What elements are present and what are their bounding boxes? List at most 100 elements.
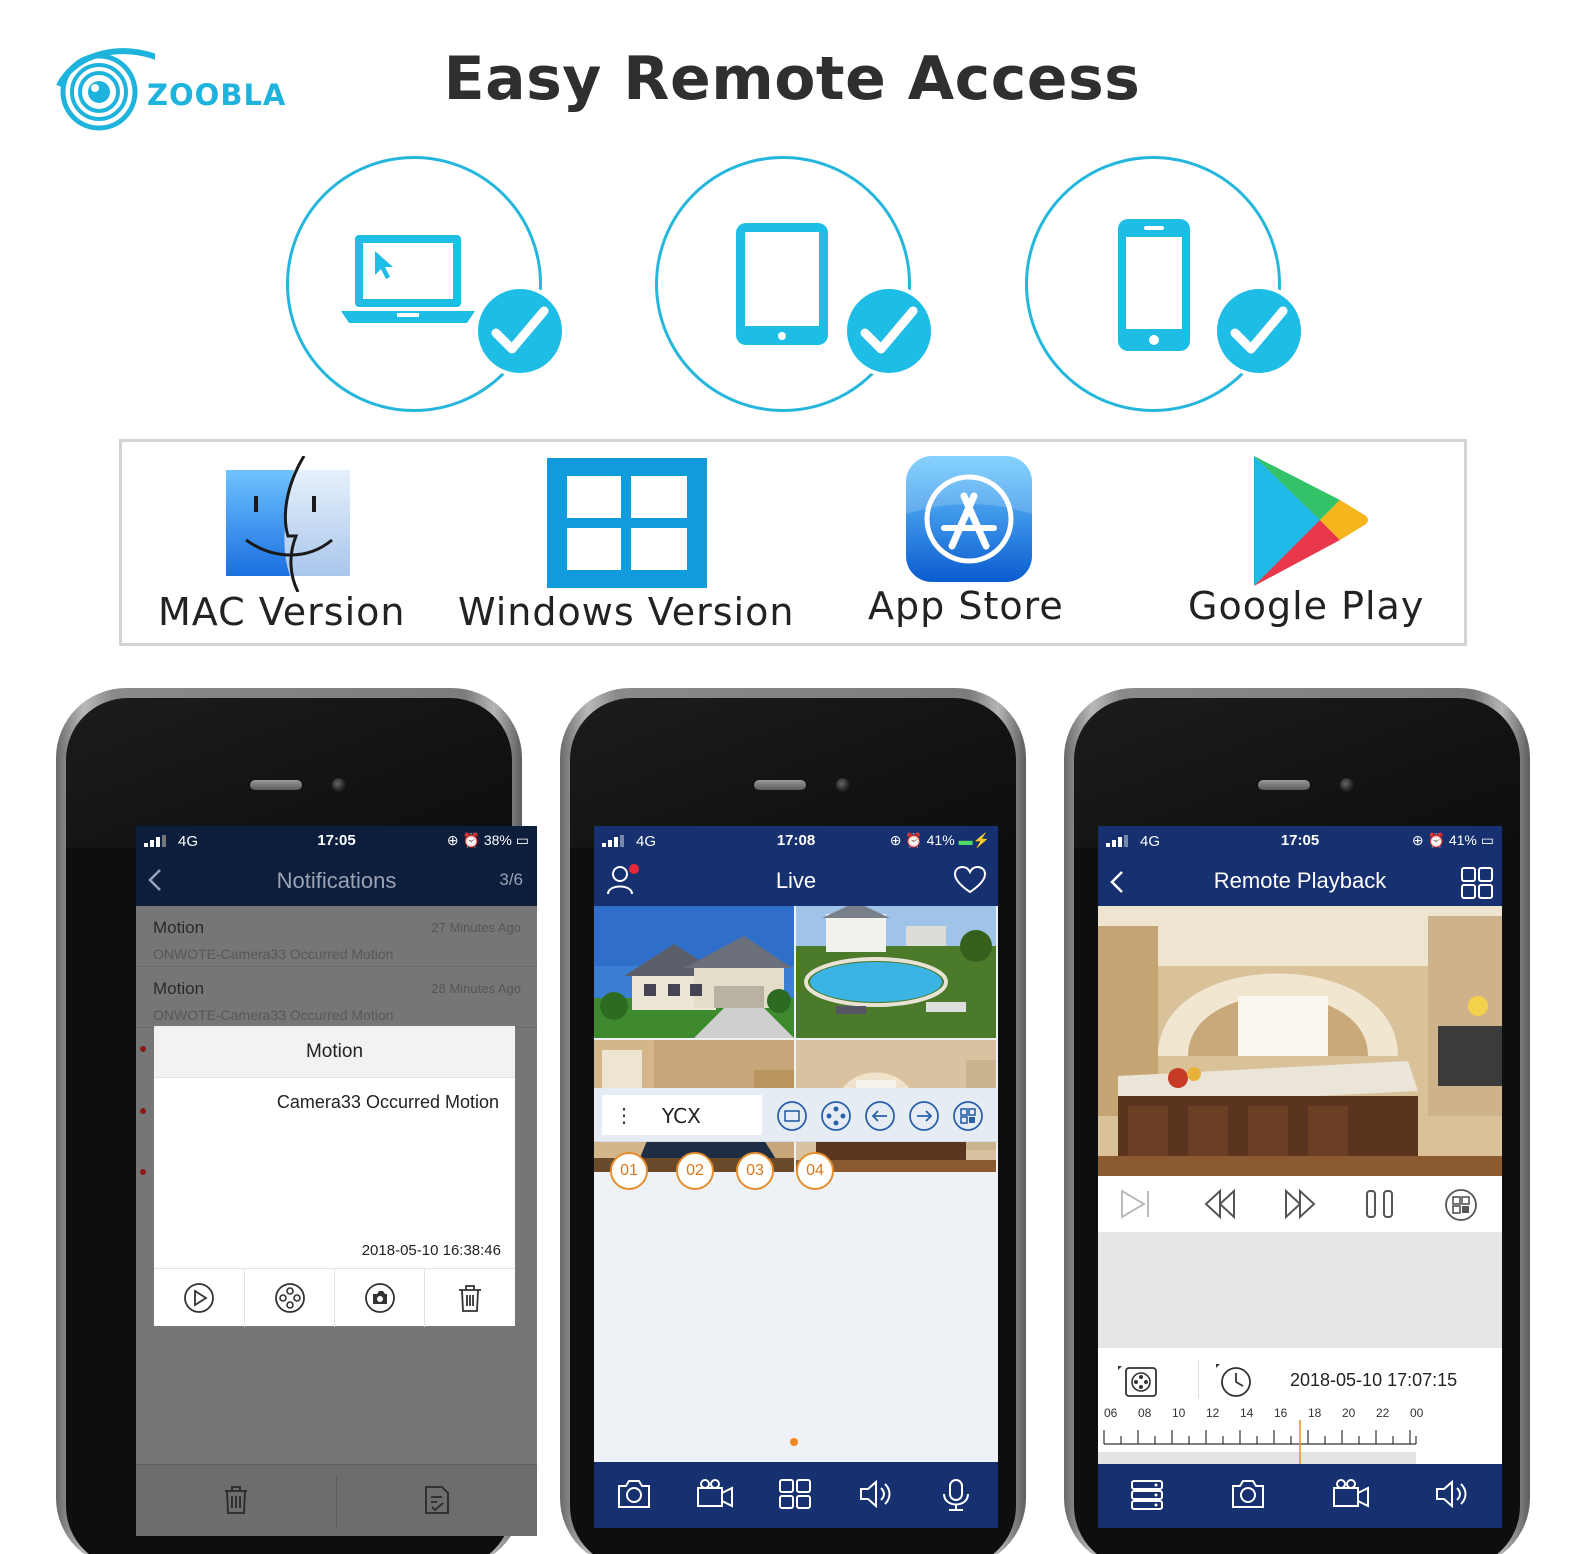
timeline-hour-label: 18 [1308, 1406, 1322, 1420]
camera-tile-2[interactable] [796, 906, 996, 1038]
platform-app-store[interactable] [904, 454, 1034, 584]
page-title: Remote Playback [1213, 868, 1387, 893]
platform-google-play[interactable] [1250, 454, 1370, 588]
list-item[interactable]: Motion 27 Minutes Ago ONWOTE-Camera33 Oc… [136, 906, 537, 967]
device-selector[interactable]: ⋮ YCX [602, 1095, 762, 1135]
phone-live: 4G 17:08 ⊕ ⏰ 41% ▬⚡ Live ⋮ YCX 01 02 03 … [560, 688, 1026, 1554]
play-button[interactable] [154, 1269, 244, 1327]
delete-all-button[interactable] [136, 1465, 336, 1536]
fast-forward-icon[interactable] [1282, 1188, 1318, 1220]
snapshot-camera-icon[interactable] [1230, 1478, 1266, 1510]
multi-view-grid-icon[interactable] [778, 1478, 812, 1510]
playback-screen: 4G 17:05 ⊕ ⏰ 41% ▭ Remote Playback 2018-… [1098, 826, 1502, 1528]
timeline-ruler [1098, 1420, 1417, 1470]
device-laptop [286, 156, 566, 412]
notification-type: Motion [153, 918, 205, 937]
timeline-hour-label: 08 [1138, 1406, 1152, 1420]
list-item[interactable]: Motion 28 Minutes Ago ONWOTE-Camera33 Oc… [136, 967, 537, 1028]
notifications-footer [136, 1464, 537, 1536]
record-video-icon[interactable] [1332, 1478, 1370, 1510]
channel-button[interactable]: 04 [796, 1152, 834, 1190]
unread-dot [140, 1046, 146, 1052]
battery-status: ⊕ ⏰ 41% ▭ [1411, 832, 1494, 848]
earpiece-speaker [1258, 780, 1310, 790]
checkmark-icon [1230, 306, 1288, 354]
rewind-icon[interactable] [1202, 1188, 1238, 1220]
kitchen-video-image [1098, 906, 1502, 1176]
film-reel-icon [275, 1283, 305, 1313]
nav-bar: Live [594, 856, 998, 906]
channel-button[interactable]: 01 [610, 1152, 648, 1190]
playback-button[interactable] [244, 1269, 334, 1327]
timeline-hour-label: 14 [1240, 1406, 1254, 1420]
laptop-icon [341, 235, 475, 323]
phone-notifications: 4G 17:05 ⊕ ⏰ 38% ▭ Notifications 3/6 Mot… [56, 688, 537, 1554]
more-icon: ⋮ [614, 1105, 634, 1127]
timeline-hour-label: 06 [1104, 1406, 1118, 1420]
motion-dialog: Motion Camera33 Occurred Motion 2018-05-… [154, 1026, 515, 1327]
platform-windows[interactable] [547, 458, 707, 588]
platform-app-store-label: App Store [868, 584, 1064, 628]
battery-status: ⊕ ⏰ 38% ▭ [446, 832, 529, 848]
smartphone-icon [1118, 219, 1190, 351]
favorite-heart-icon[interactable] [954, 866, 986, 894]
platform-mac[interactable] [224, 455, 354, 593]
fullscreen-icon[interactable] [776, 1100, 808, 1132]
device-tablet [655, 156, 935, 412]
platforms-box: MAC Version Windows Version App Store Go… [119, 439, 1467, 646]
play-step-icon[interactable] [1118, 1188, 1154, 1220]
check-badge-smartphone [1213, 285, 1305, 377]
snapshot-button[interactable] [334, 1269, 424, 1327]
dialog-message: Camera33 Occurred Motion [276, 1092, 499, 1112]
clock-icon[interactable] [1214, 1362, 1254, 1398]
datetime-bar: 2018-05-10 17:07:15 [1098, 1354, 1502, 1404]
google-play-icon [1253, 454, 1368, 588]
notification-type: Motion [153, 979, 205, 998]
layout-grid-icon[interactable] [952, 1100, 984, 1132]
live-screen: 4G 17:08 ⊕ ⏰ 41% ▬⚡ Live ⋮ YCX 01 02 03 … [594, 826, 998, 1528]
checklist-icon [425, 1486, 449, 1514]
delete-button[interactable] [424, 1269, 514, 1327]
record-type-icon[interactable] [1116, 1364, 1160, 1400]
layout-grid-icon[interactable] [1444, 1188, 1478, 1222]
device-smartphone [1025, 156, 1305, 412]
timeline-hour-label: 12 [1206, 1406, 1220, 1420]
playback-video[interactable] [1098, 906, 1502, 1176]
front-camera [1340, 778, 1354, 792]
snapshot-camera-icon[interactable] [616, 1478, 652, 1510]
multi-view-grid-icon[interactable] [1460, 866, 1494, 900]
channel-button[interactable]: 02 [676, 1152, 714, 1190]
playback-toolbar [1098, 1464, 1502, 1528]
record-list-icon[interactable] [1130, 1478, 1164, 1510]
page-indicator [790, 1438, 798, 1446]
status-bar: 4G 17:05 ⊕ ⏰ 38% ▭ [136, 826, 537, 856]
device-name: YCX [662, 1104, 701, 1128]
timeline-hour-label: 00 [1410, 1406, 1424, 1420]
speaker-volume-icon[interactable] [1434, 1478, 1470, 1510]
front-camera [332, 778, 346, 792]
earpiece-speaker [754, 780, 806, 790]
playback-datetime: 2018-05-10 17:07:15 [1290, 1370, 1458, 1390]
pause-icon[interactable] [1362, 1188, 1398, 1220]
ptz-control-icon[interactable] [820, 1100, 852, 1132]
record-video-icon[interactable] [696, 1478, 734, 1510]
next-channel-icon[interactable] [908, 1100, 940, 1132]
check-badge-laptop [474, 285, 566, 377]
mark-read-button[interactable] [336, 1465, 536, 1536]
nav-bar: Remote Playback [1098, 856, 1502, 906]
speaker-volume-icon[interactable] [858, 1478, 894, 1510]
playback-timeline[interactable]: 06 08 10 12 14 16 18 20 22 00 [1098, 1406, 1502, 1470]
channel-button[interactable]: 03 [736, 1152, 774, 1190]
page-title: Live [775, 868, 817, 893]
pool-image [796, 906, 996, 1038]
earpiece-speaker [250, 780, 302, 790]
platform-windows-label: Windows Version [458, 590, 795, 634]
app-store-icon [906, 456, 1032, 582]
notifications-screen: 4G 17:05 ⊕ ⏰ 38% ▭ Notifications 3/6 Mot… [136, 826, 537, 1536]
microphone-icon[interactable] [940, 1478, 972, 1512]
mac-finder-icon [226, 455, 350, 593]
previous-channel-icon[interactable] [864, 1100, 896, 1132]
camera-tile-1[interactable] [594, 906, 794, 1038]
platform-mac-label: MAC Version [158, 590, 406, 634]
timeline-hour-label: 20 [1342, 1406, 1356, 1420]
